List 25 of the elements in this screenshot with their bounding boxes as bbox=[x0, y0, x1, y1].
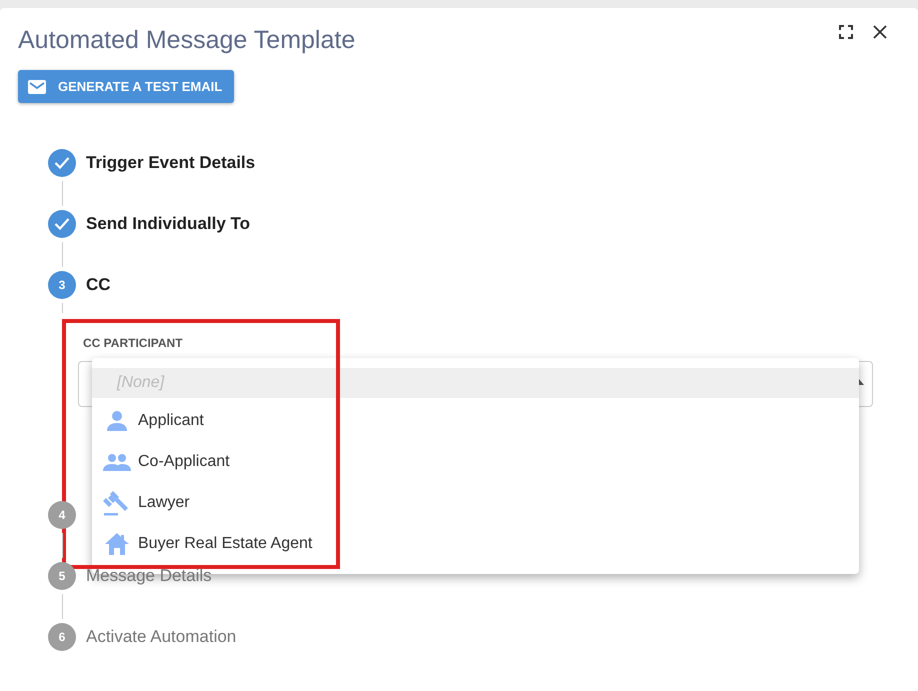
step-number: 5 bbox=[48, 562, 76, 590]
close-icon[interactable] bbox=[873, 25, 887, 39]
option-label: Applicant bbox=[138, 412, 204, 430]
step-number: 3 bbox=[48, 271, 76, 299]
step-title[interactable]: Message Details bbox=[86, 566, 212, 586]
option-label: Co-Applicant bbox=[138, 452, 230, 470]
step-number: 4 bbox=[48, 501, 76, 529]
step-title[interactable]: Activate Automation bbox=[86, 627, 236, 647]
dropdown-option[interactable]: Lawyer bbox=[92, 482, 859, 523]
dropdown-option[interactable]: Buyer Real Estate Agent bbox=[92, 523, 859, 564]
step-number: 6 bbox=[48, 623, 76, 651]
option-label: Buyer Real Estate Agent bbox=[138, 534, 312, 552]
step-title[interactable]: CC bbox=[86, 275, 111, 295]
dropdown-option[interactable]: Co-Applicant bbox=[92, 441, 859, 482]
field-label: CC PARTICIPANT bbox=[82, 336, 184, 350]
gavel-icon bbox=[103, 490, 131, 516]
step-title[interactable]: Send Individually To bbox=[86, 214, 250, 234]
dialog-title: Automated Message Template bbox=[18, 26, 356, 54]
fullscreen-icon[interactable] bbox=[839, 25, 853, 39]
person-icon bbox=[105, 408, 129, 432]
house-icon bbox=[104, 532, 130, 556]
option-label: Lawyer bbox=[138, 494, 190, 512]
dropdown-option[interactable]: Applicant bbox=[92, 400, 859, 441]
mail-icon bbox=[28, 80, 46, 94]
step-title[interactable]: Trigger Event Details bbox=[86, 153, 256, 173]
